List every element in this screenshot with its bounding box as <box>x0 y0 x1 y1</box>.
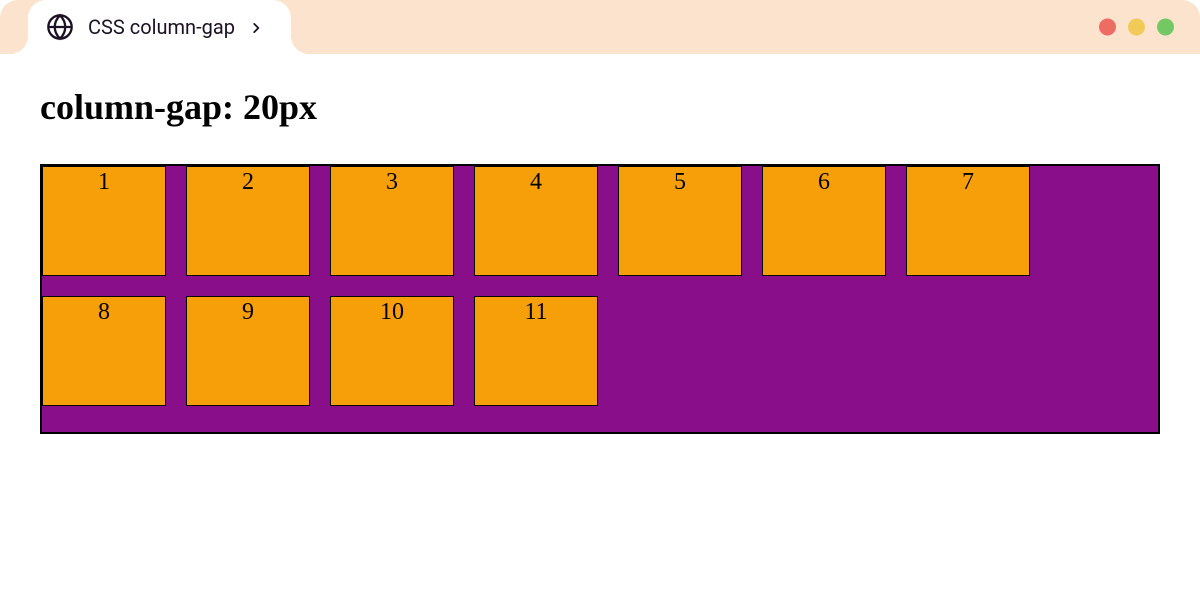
window-minimize-icon[interactable] <box>1128 19 1145 36</box>
page-title: column-gap: 20px <box>40 86 1160 128</box>
flex-container: 1 2 3 4 5 6 7 8 9 10 11 <box>40 164 1160 434</box>
flex-item: 10 <box>330 296 454 406</box>
globe-icon <box>46 13 74 41</box>
flex-item: 4 <box>474 166 598 276</box>
browser-titlebar: CSS column-gap <box>0 0 1200 54</box>
window-maximize-icon[interactable] <box>1157 19 1174 36</box>
flex-item: 11 <box>474 296 598 406</box>
window-controls <box>1099 19 1174 36</box>
flex-item: 6 <box>762 166 886 276</box>
flex-item: 8 <box>42 296 166 406</box>
flex-item: 5 <box>618 166 742 276</box>
tab-label: CSS column-gap <box>88 15 235 39</box>
window-close-icon[interactable] <box>1099 19 1116 36</box>
flex-item: 7 <box>906 166 1030 276</box>
flex-item: 3 <box>330 166 454 276</box>
browser-tab[interactable]: CSS column-gap <box>28 0 291 54</box>
flex-item: 2 <box>186 166 310 276</box>
flex-item: 9 <box>186 296 310 406</box>
flex-item: 1 <box>42 166 166 276</box>
chevron-right-icon <box>249 20 263 34</box>
page-content: column-gap: 20px 1 2 3 4 5 6 7 8 9 10 11 <box>0 54 1200 434</box>
